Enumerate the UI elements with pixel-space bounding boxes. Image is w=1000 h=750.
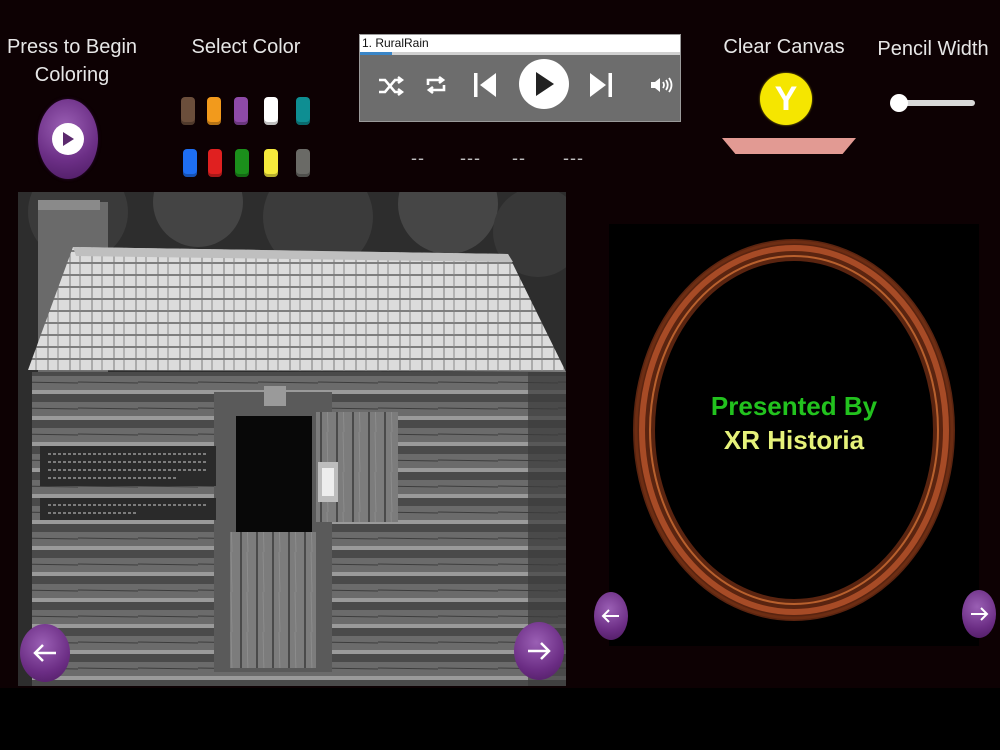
arrow-right-icon: [528, 642, 551, 660]
play-circle-icon: [52, 123, 84, 155]
color-swatch[interactable]: [181, 97, 195, 125]
color-swatch[interactable]: [296, 97, 310, 125]
select-color-label: Select Color: [191, 36, 301, 58]
clear-canvas-tray: [722, 138, 856, 154]
color-swatch[interactable]: [183, 149, 197, 177]
music-player: 1. RuralRain: [359, 34, 681, 122]
log-cabin-image: [18, 192, 566, 686]
color-swatch[interactable]: [264, 149, 278, 177]
time-part-4: ---: [563, 148, 584, 168]
repeat-icon[interactable]: [422, 71, 450, 99]
time-part-3: --: [512, 148, 526, 168]
begin-coloring-button[interactable]: [38, 99, 98, 179]
presenter-next-button[interactable]: [962, 590, 996, 638]
track-title: 1. RuralRain: [360, 35, 680, 52]
presenter-prev-button[interactable]: [594, 592, 628, 640]
arrow-left-icon: [33, 644, 56, 662]
volume-icon[interactable]: [648, 73, 674, 97]
begin-label: Press to Begin Coloring: [6, 36, 138, 86]
color-swatch[interactable]: [207, 97, 221, 125]
time-part-2: ---: [460, 148, 481, 168]
arrow-left-icon: [601, 609, 619, 623]
bottom-band: [0, 688, 1000, 750]
previous-icon[interactable]: [470, 69, 500, 101]
pencil-width-thumb[interactable]: [890, 94, 908, 112]
arrow-right-icon: [971, 607, 989, 621]
clear-canvas-label: Clear Canvas: [723, 36, 845, 58]
clear-canvas-button[interactable]: Y: [760, 73, 812, 125]
presented-by-text: Presented By: [710, 391, 878, 421]
color-swatch[interactable]: [235, 149, 249, 177]
next-icon[interactable]: [586, 69, 616, 101]
shuffle-icon[interactable]: [376, 73, 406, 99]
track-progress[interactable]: [360, 52, 680, 55]
color-swatch[interactable]: [296, 149, 310, 177]
presenter-name: XR Historia: [723, 425, 865, 455]
pencil-width-label: Pencil Width: [877, 38, 989, 60]
photo-prev-button[interactable]: [20, 624, 70, 682]
time-part-1: --: [411, 148, 425, 168]
play-button[interactable]: [519, 59, 569, 109]
presenter-panel: Presented By XR Historia: [609, 224, 979, 646]
color-swatch[interactable]: [234, 97, 248, 125]
coloring-canvas[interactable]: [18, 192, 566, 686]
color-swatch[interactable]: [264, 97, 278, 125]
photo-next-button[interactable]: [514, 622, 564, 680]
color-swatch[interactable]: [208, 149, 222, 177]
